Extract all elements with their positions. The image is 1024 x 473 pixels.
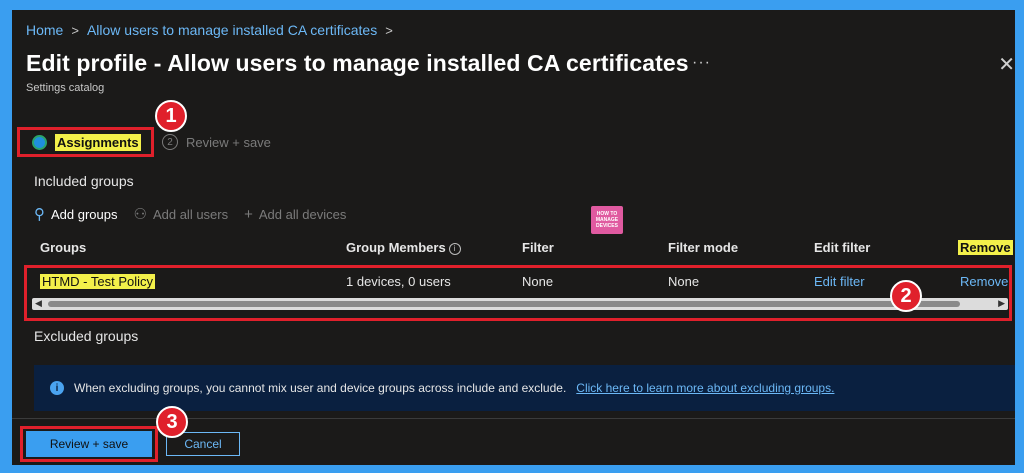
add-all-users-label: Add all users — [152, 206, 229, 222]
column-header-groups: Groups — [40, 240, 87, 255]
breadcrumb-home[interactable]: Home — [26, 22, 63, 38]
scroll-right-icon[interactable]: ▶ — [998, 298, 1005, 309]
more-options-icon[interactable]: ··· — [692, 54, 711, 72]
add-user-icon: ⚲ — [34, 206, 45, 223]
plus-icon: + — [244, 205, 253, 223]
users-icon: ⚇ — [133, 206, 147, 223]
page-subtitle: Settings catalog — [26, 82, 105, 94]
table-cell-group: HTMD - Test Policy — [40, 274, 155, 289]
info-bar: i When excluding groups, you cannot mix … — [34, 365, 1015, 411]
column-header-edit-filter: Edit filter — [814, 240, 871, 255]
step-assignments-label: Assignments — [55, 133, 141, 151]
close-icon[interactable]: ✕ — [998, 52, 1015, 77]
table-cell-members: 1 devices, 0 users — [346, 274, 451, 289]
edit-profile-panel: Home > Allow users to manage installed C… — [12, 10, 1015, 465]
included-actions: ⚲ Add groups ⚇ Add all users + Add all d… — [34, 205, 346, 224]
add-all-devices-button[interactable]: + Add all devices — [244, 206, 346, 223]
column-header-filter: Filter — [522, 240, 554, 255]
column-header-group-members: Group Members i — [346, 240, 461, 255]
included-groups-heading: Included groups — [34, 173, 134, 189]
excluded-groups-heading: Excluded groups — [34, 328, 139, 344]
breadcrumb-current[interactable]: Allow users to manage installed CA certi… — [87, 22, 377, 38]
edit-filter-link[interactable]: Edit filter — [814, 274, 865, 289]
htmd-logo: HOW TO MANAGE DEVICES — [591, 206, 623, 234]
breadcrumb-separator: > — [71, 22, 79, 38]
breadcrumb: Home > Allow users to manage installed C… — [26, 22, 393, 38]
column-header-filter-mode: Filter mode — [668, 240, 739, 255]
scroll-left-icon[interactable]: ◀ — [35, 298, 42, 309]
add-groups-label: Add groups — [51, 206, 118, 222]
learn-more-link[interactable]: Click here to learn more about excluding… — [576, 381, 834, 395]
step-review-save[interactable]: 2 Review + save — [162, 134, 271, 150]
add-all-users-button[interactable]: ⚇ Add all users — [134, 205, 229, 223]
column-header-group-members-label: Group Members — [346, 240, 446, 255]
remove-link[interactable]: Remove — [960, 274, 1008, 289]
add-groups-button[interactable]: ⚲ Add groups — [34, 205, 118, 223]
logo-line-3: DEVICES — [596, 223, 618, 229]
annotation-badge-1: 1 — [155, 100, 187, 132]
step-active-icon — [32, 134, 47, 150]
scrollbar-thumb[interactable] — [48, 301, 960, 307]
table-cell-filter: None — [522, 274, 554, 289]
breadcrumb-separator-end: > — [385, 22, 393, 38]
step-review-save-label: Review + save — [186, 134, 271, 150]
info-circle-icon: i — [50, 381, 64, 395]
column-header-remove: Remove — [958, 240, 1013, 255]
add-all-devices-label: Add all devices — [258, 206, 347, 222]
review-save-button[interactable]: Review + save — [26, 431, 152, 457]
step-assignments[interactable]: Assignments — [17, 127, 154, 157]
annotation-badge-2: 2 — [890, 280, 922, 312]
info-text: When excluding groups, you cannot mix us… — [74, 381, 567, 395]
info-icon[interactable]: i — [448, 242, 461, 255]
step-number-icon: 2 — [162, 134, 178, 150]
table-cell-filter-mode: None — [668, 274, 700, 289]
page-title: Edit profile - Allow users to manage ins… — [26, 50, 689, 76]
horizontal-scrollbar[interactable]: ◀ ▶ — [32, 298, 1008, 310]
annotation-badge-3: 3 — [156, 406, 188, 438]
